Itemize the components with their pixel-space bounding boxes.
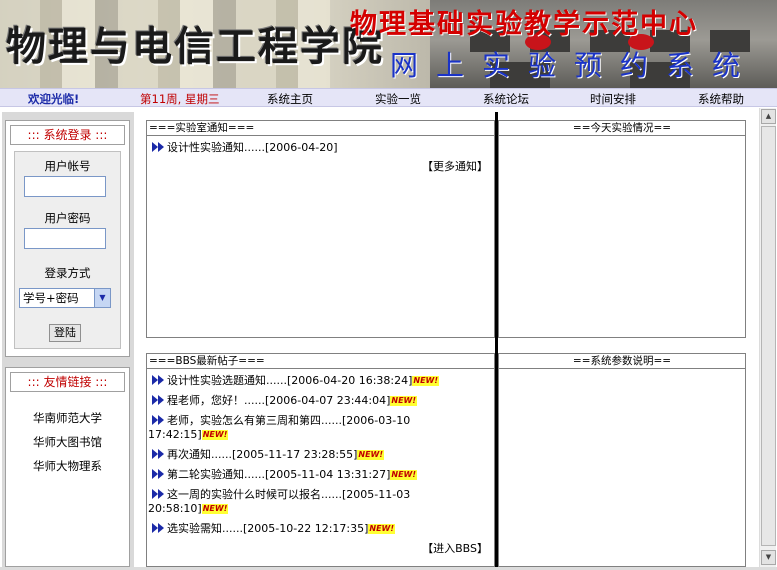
system-params-title: ==系统参数说明==: [499, 354, 745, 369]
password-input[interactable]: [24, 228, 106, 249]
new-badge: NEW!: [390, 396, 418, 406]
nav-link-home[interactable]: 系统主页: [267, 91, 313, 107]
friend-link-physics[interactable]: 华师大物理系: [6, 458, 129, 474]
login-panel: ::: 系统登录 ::: 用户帐号 用户密码 登录方式 学号+密码 ▼ 登陆: [5, 120, 130, 357]
sidebar: ::: 系统登录 ::: 用户帐号 用户密码 登录方式 学号+密码 ▼ 登陆 :…: [2, 112, 134, 570]
login-method-value: 学号+密码: [23, 291, 79, 305]
login-title: ::: 系统登录 :::: [10, 125, 125, 145]
lab-notice-title: ===实验室通知===: [147, 121, 494, 136]
list-item[interactable]: 老师，实验怎么有第三周和第四......[2006-03-10: [151, 414, 410, 428]
scroll-up-icon[interactable]: ▲: [761, 109, 776, 124]
double-arrow-icon: [151, 449, 165, 459]
new-badge: NEW!: [201, 504, 229, 514]
new-badge: NEW!: [201, 430, 229, 440]
double-arrow-icon: [151, 415, 165, 425]
list-item-continued[interactable]: 17:42:15]NEW!: [148, 428, 229, 442]
chevron-down-icon[interactable]: ▼: [94, 289, 110, 307]
new-badge: NEW!: [412, 376, 440, 386]
login-form: 用户帐号 用户密码 登录方式 学号+密码 ▼ 登陆: [14, 151, 121, 349]
scroll-down-icon[interactable]: ▼: [761, 550, 776, 565]
list-item[interactable]: 设计性实验通知......[2006-04-20]: [151, 141, 338, 155]
new-badge: NEW!: [357, 450, 385, 460]
list-item[interactable]: 再次通知......[2005-11-17 23:28:55]NEW!: [151, 448, 385, 462]
account-input[interactable]: [24, 176, 106, 197]
friend-links-panel: ::: 友情链接 ::: 华南师范大学 华师大图书馆 华师大物理系: [5, 367, 130, 567]
scroll-thumb[interactable]: [761, 126, 776, 546]
double-arrow-icon: [151, 142, 165, 152]
list-item-continued[interactable]: 20:58:10]NEW!: [148, 502, 229, 516]
list-item[interactable]: 设计性实验选题通知......[2006-04-20 16:38:24]NEW!: [151, 374, 440, 388]
login-button[interactable]: 登陆: [49, 324, 81, 342]
password-label: 用户密码: [44, 211, 91, 225]
system-title: 网上实验预约系统: [390, 49, 759, 82]
welcome-text: 欢迎光临!: [28, 92, 80, 106]
college-title: 物理与电信工程学院: [6, 23, 384, 70]
list-item[interactable]: 第二轮实验通知......[2005-11-04 13:31:27]NEW!: [151, 468, 418, 482]
today-experiments-panel: ==今天实验情况==: [498, 120, 746, 338]
new-badge: NEW!: [368, 524, 396, 534]
nav-link-schedule[interactable]: 时间安排: [590, 91, 636, 107]
header-banner: 物理与电信工程学院 物理基础实验教学示范中心 网上实验预约系统: [0, 0, 777, 88]
list-item[interactable]: 选实验需知......[2005-10-22 12:17:35]NEW!: [151, 522, 396, 536]
nav-link-help[interactable]: 系统帮助: [698, 91, 744, 107]
nav-bar: 欢迎光临! 第11周, 星期三 系统主页 实验一览 系统论坛 时间安排 系统帮助: [0, 88, 777, 107]
week-indicator: 第11周, 星期三: [140, 92, 220, 106]
vertical-scrollbar[interactable]: ▲ ▼: [759, 108, 776, 567]
double-arrow-icon: [151, 469, 165, 479]
double-arrow-icon: [151, 489, 165, 499]
list-item[interactable]: 程老师，您好！......[2006-04-07 23:44:04]NEW!: [151, 394, 418, 408]
friend-link-scnu[interactable]: 华南师范大学: [6, 410, 129, 426]
lab-notice-panel: ===实验室通知=== 设计性实验通知......[2006-04-20] 【更…: [146, 120, 495, 338]
new-badge: NEW!: [390, 470, 418, 480]
double-arrow-icon: [151, 375, 165, 385]
list-item[interactable]: 这一周的实验什么时候可以报名......[2005-11-03: [151, 488, 410, 502]
more-notices-link[interactable]: 【更多通知】: [422, 158, 488, 174]
login-method-select[interactable]: 学号+密码 ▼: [19, 288, 111, 308]
friend-link-library[interactable]: 华师大图书馆: [6, 434, 129, 450]
double-arrow-icon: [151, 523, 165, 533]
account-label: 用户帐号: [44, 159, 91, 173]
today-experiments-title: ==今天实验情况==: [499, 121, 745, 136]
center-title: 物理基础实验教学示范中心: [350, 9, 698, 40]
friend-links-title: ::: 友情链接 :::: [10, 372, 125, 392]
nav-link-experiments[interactable]: 实验一览: [375, 91, 421, 107]
nav-link-forum[interactable]: 系统论坛: [483, 91, 529, 107]
system-params-panel: ==系统参数说明==: [498, 353, 746, 567]
double-arrow-icon: [151, 395, 165, 405]
enter-bbs-link[interactable]: 【进入BBS】: [422, 540, 488, 556]
bbs-latest-title: ===BBS最新帖子===: [147, 354, 494, 369]
bbs-latest-panel: ===BBS最新帖子=== 设计性实验选题通知......[2006-04-20…: [146, 353, 495, 567]
login-method-label: 登录方式: [44, 266, 91, 280]
